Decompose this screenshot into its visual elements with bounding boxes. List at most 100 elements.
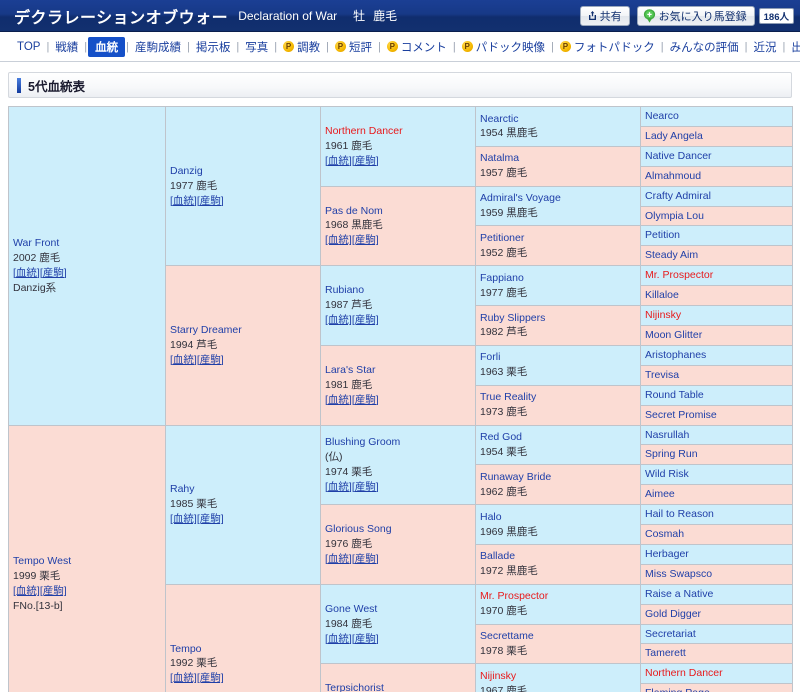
horse-name[interactable]: Halo — [480, 510, 636, 525]
horse-name[interactable]: Red God — [480, 430, 636, 445]
pedigree-link[interactable]: [血統] — [170, 672, 197, 684]
pedigree-cell-gen5-15[interactable]: Round Table — [640, 384, 793, 406]
offspring-link[interactable]: [産駒] — [352, 481, 379, 493]
pedigree-link[interactable]: [血統] — [325, 394, 352, 406]
pedigree-cell-gen4-9[interactable]: Red God 1954 栗毛 — [475, 424, 641, 466]
horse-name[interactable]: Northern Dancer — [645, 666, 788, 681]
pedigree-cell-gen5-13[interactable]: Aristophanes — [640, 344, 793, 366]
horse-name[interactable]: Gold Digger — [645, 607, 788, 622]
horse-name[interactable]: Round Table — [645, 388, 788, 403]
pedigree-cell-gen3-5[interactable]: Blushing Groom (仏) 1974 栗毛 [血統][産駒] — [320, 424, 476, 506]
pedigree-cell-gen5-3[interactable]: Native Dancer — [640, 145, 793, 167]
pedigree-cell-gen5-12[interactable]: Moon Glitter — [640, 324, 793, 346]
horse-name[interactable]: Aristophanes — [645, 348, 788, 363]
pedigree-cell-gen5-19[interactable]: Wild Risk — [640, 464, 793, 486]
horse-detail-links[interactable]: [血統][産駒] — [170, 671, 316, 686]
pedigree-cell-gen3-2[interactable]: Pas de Nom 1968 黒鹿毛 [血統][産駒] — [320, 185, 476, 267]
pedigree-cell-gen2-4[interactable]: Tempo 1992 栗毛 [血統][産駒] — [165, 583, 321, 692]
pedigree-cell-gen5-1[interactable]: Nearco — [640, 106, 793, 127]
horse-name[interactable]: Aimee — [645, 487, 788, 502]
offspring-link[interactable]: [産駒] — [352, 234, 379, 246]
pedigree-cell-gen2-2[interactable]: Starry Dreamer 1994 芦毛 [血統][産駒] — [165, 265, 321, 426]
horse-name[interactable]: Wild Risk — [645, 467, 788, 482]
add-favorite-horse-button[interactable]: お気に入り馬登録 — [636, 5, 755, 26]
offspring-link[interactable]: [産駒] — [197, 513, 224, 525]
pedigree-link[interactable]: [血統] — [325, 553, 352, 565]
pedigree-cell-gen4-1[interactable]: Nearctic 1954 黒鹿毛 — [475, 106, 641, 147]
horse-name[interactable]: Nijinsky — [480, 669, 636, 684]
horse-name[interactable]: Secrettame — [480, 629, 636, 644]
nav-tab-13[interactable]: 近況 — [748, 37, 781, 57]
horse-name[interactable]: Cosmah — [645, 527, 788, 542]
pedigree-link[interactable]: [血統] — [170, 195, 197, 207]
pedigree-cell-gen5-22[interactable]: Cosmah — [640, 524, 793, 545]
horse-name[interactable]: Killaloe — [645, 288, 788, 303]
pedigree-link[interactable]: [血統] — [325, 234, 352, 246]
horse-name[interactable]: Native Dancer — [645, 149, 788, 164]
pedigree-cell-gen3-8[interactable]: Terpsichorist1975 栗毛[血統][産駒] — [320, 663, 476, 692]
horse-name[interactable]: Rubiano — [325, 283, 471, 298]
pedigree-cell-gen4-15[interactable]: Nijinsky 1967 鹿毛 — [475, 663, 641, 692]
pedigree-cell-gen5-4[interactable]: Almahmoud — [640, 165, 793, 187]
pedigree-cell-gen4-2[interactable]: Natalma 1957 鹿毛 — [475, 145, 641, 187]
nav-tab-12[interactable]: みんなの評価 — [665, 37, 744, 57]
offspring-link[interactable]: [産駒] — [352, 633, 379, 645]
offspring-link[interactable]: [産駒] — [197, 672, 224, 684]
nav-tab-7[interactable]: P 調教 — [278, 37, 325, 57]
pedigree-cell-gen5-8[interactable]: Steady Aim — [640, 245, 793, 267]
offspring-link[interactable]: [産駒] — [197, 195, 224, 207]
horse-name[interactable]: Mr. Prospector — [645, 268, 788, 283]
horse-name[interactable]: Nijinsky — [645, 308, 788, 323]
horse-name[interactable]: Trevisa — [645, 368, 788, 383]
horse-detail-links[interactable]: [血統][産駒] — [170, 353, 316, 368]
pedigree-cell-gen2-1[interactable]: Danzig 1977 鹿毛 [血統][産駒] — [165, 105, 321, 267]
horse-name[interactable]: Natalma — [480, 151, 636, 166]
pedigree-cell-gen2-3[interactable]: Rahy 1985 栗毛 [血統][産駒] — [165, 424, 321, 585]
horse-name[interactable]: Blushing Groom — [325, 435, 471, 450]
horse-name[interactable]: Mr. Prospector — [480, 589, 636, 604]
pedigree-cell-gen5-5[interactable]: Crafty Admiral — [640, 185, 793, 207]
pedigree-cell-gen5-17[interactable]: Nasrullah — [640, 424, 793, 446]
nav-tab-2[interactable]: 戦績 — [50, 37, 83, 57]
horse-name[interactable]: Fappiano — [480, 271, 636, 286]
pedigree-cell-gen5-10[interactable]: Killaloe — [640, 285, 793, 307]
offspring-link[interactable]: [産駒] — [352, 553, 379, 565]
pedigree-cell-gen5-7[interactable]: Petition — [640, 225, 793, 247]
horse-name[interactable]: Herbager — [645, 547, 788, 562]
nav-tab-10[interactable]: P パドック映像 — [457, 37, 550, 57]
horse-name[interactable]: Starry Dreamer — [170, 323, 316, 338]
horse-name[interactable]: Moon Glitter — [645, 328, 788, 343]
nav-tab-4[interactable]: 産駒成績 — [130, 37, 186, 57]
horse-name[interactable]: Tempo — [170, 642, 316, 657]
pedigree-cell-gen4-10[interactable]: Runaway Bride 1962 鹿毛 — [475, 464, 641, 506]
pedigree-cell-gen3-1[interactable]: Northern Dancer 1961 鹿毛 [血統][産駒] — [320, 106, 476, 187]
pedigree-link[interactable]: [血統] — [325, 481, 352, 493]
offspring-link[interactable]: [産駒] — [197, 354, 224, 366]
pedigree-cell-gen5-25[interactable]: Raise a Native — [640, 583, 793, 605]
pedigree-cell-gen5-23[interactable]: Herbager — [640, 543, 793, 565]
section-nav-tabs[interactable]: TOP | 戦績 | 血統 | 産駒成績 | 掲示板 | 写真 | P 調教 | P 短評 | P コメント | P パドッ… — [0, 32, 800, 62]
horse-detail-links[interactable]: [血統][産駒] — [325, 154, 471, 169]
horse-name[interactable]: Rahy — [170, 482, 316, 497]
pedigree-cell-gen4-3[interactable]: Admiral's Voyage 1959 黒鹿毛 — [475, 185, 641, 227]
pedigree-cell-gen5-27[interactable]: Secretariat — [640, 623, 793, 645]
horse-name[interactable]: Lady Angela — [645, 129, 788, 144]
horse-detail-links[interactable]: [血統][産駒] — [325, 313, 471, 328]
horse-name[interactable]: True Reality — [480, 390, 636, 405]
pedigree-cell-gen4-11[interactable]: Halo 1969 黒鹿毛 — [475, 504, 641, 545]
share-button[interactable]: 共有 — [579, 5, 630, 26]
horse-name[interactable]: Secretariat — [645, 627, 788, 642]
offspring-link[interactable]: [産駒] — [352, 155, 379, 167]
nav-tab-9[interactable]: P コメント — [382, 37, 452, 57]
pedigree-cell-gen5-14[interactable]: Trevisa — [640, 364, 793, 386]
offspring-link[interactable]: [産駒] — [40, 267, 67, 279]
nav-tab-6[interactable]: 写真 — [240, 37, 273, 57]
horse-detail-links[interactable]: [血統][産駒] — [325, 632, 471, 647]
horse-detail-links[interactable]: [血統][産駒] — [325, 552, 471, 567]
horse-name[interactable]: Hail to Reason — [645, 507, 788, 522]
pedigree-cell-gen5-20[interactable]: Aimee — [640, 484, 793, 506]
horse-name[interactable]: Glorious Song — [325, 522, 471, 537]
horse-name[interactable]: Steady Aim — [645, 248, 788, 263]
pedigree-cell-gen5-2[interactable]: Lady Angela — [640, 125, 793, 147]
horse-name[interactable]: Runaway Bride — [480, 470, 636, 485]
